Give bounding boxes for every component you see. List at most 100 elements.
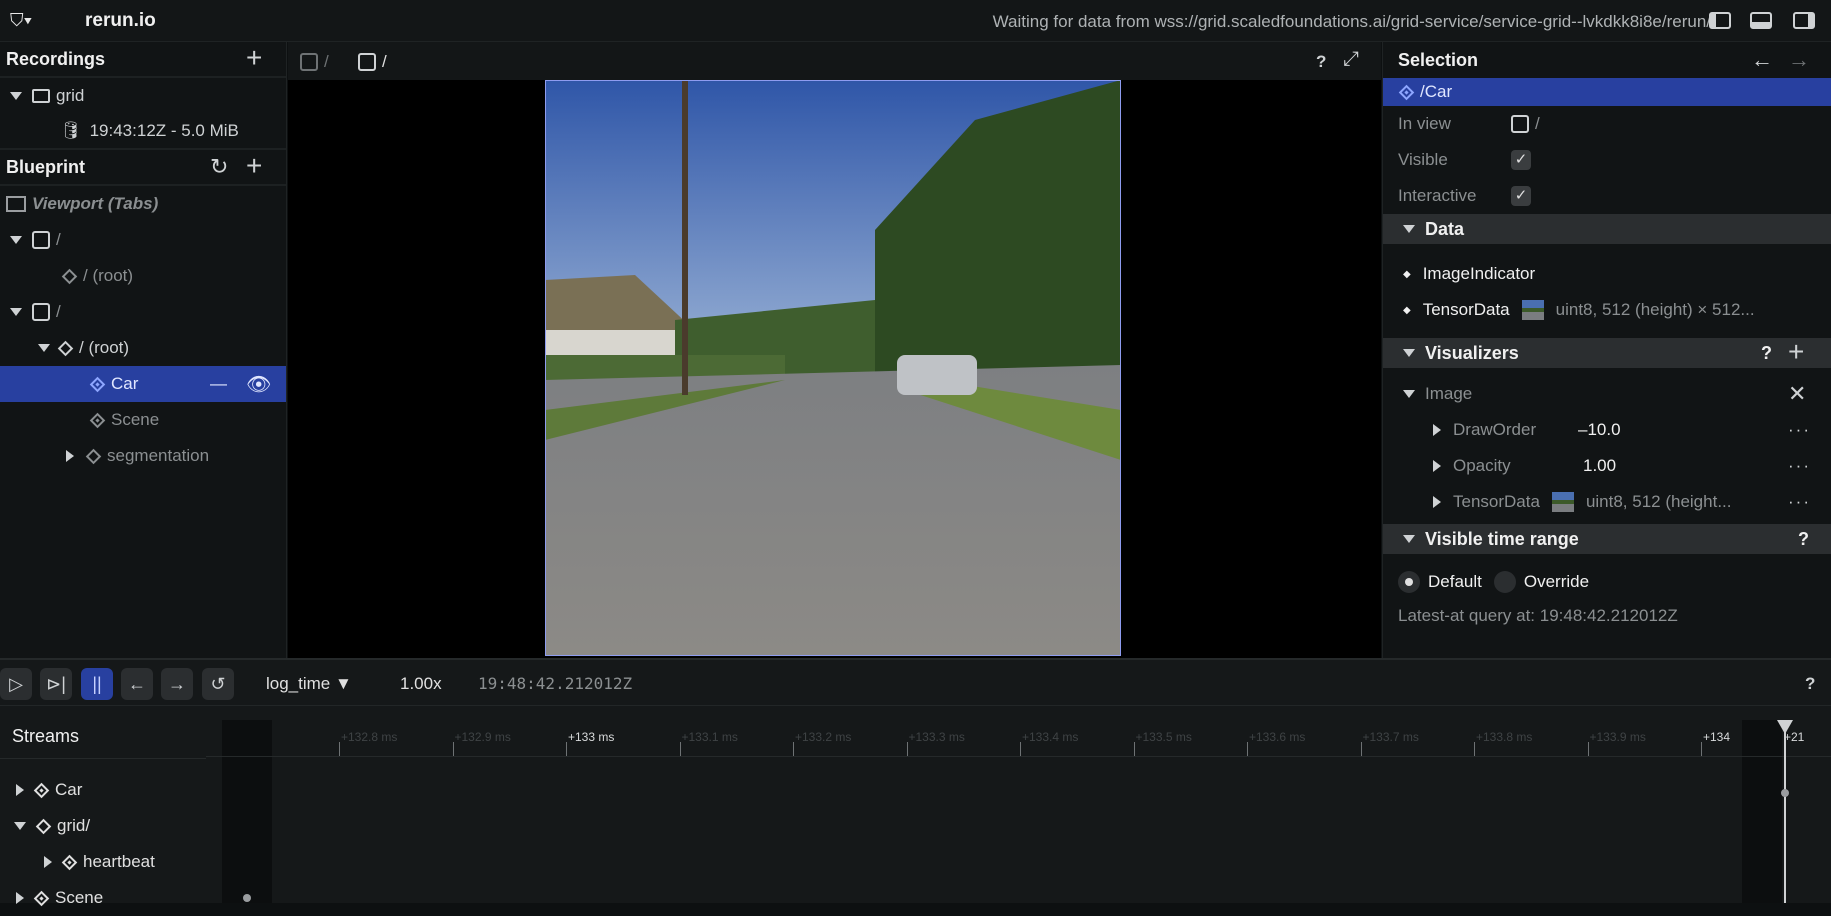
collapse-icon[interactable] [10, 308, 22, 316]
current-time[interactable]: 19:48:42.212012Z [478, 674, 632, 693]
help-icon[interactable]: ? [1805, 674, 1815, 694]
reset-blueprint-icon[interactable]: ↻ [210, 154, 228, 180]
remove-icon[interactable]: — [210, 374, 227, 394]
visualizers-section-header[interactable]: Visualizers ? + [1383, 338, 1831, 368]
tree-item-segmentation[interactable]: segmentation [0, 438, 286, 474]
maximize-icon[interactable]: ⤢ [1343, 48, 1359, 71]
collapse-icon[interactable] [38, 344, 50, 352]
data-item[interactable]: ◆ TensorData uint8, 512 (height) × 512..… [1383, 292, 1831, 328]
tree-item-root[interactable]: / (root) [0, 258, 286, 294]
more-options-icon[interactable]: ··· [1788, 420, 1811, 440]
recording-item[interactable]: grid [0, 78, 286, 114]
override-radio[interactable] [1493, 571, 1516, 593]
data-point[interactable] [243, 894, 251, 902]
streams-panel: Streams Car grid/ heartbeat Scene [0, 706, 206, 907]
step-forward-arrow-icon[interactable]: → [161, 668, 193, 700]
tab-2d-view[interactable]: / [358, 52, 387, 72]
visible-checkbox[interactable]: ✓ [1511, 150, 1531, 170]
component-row[interactable]: DrawOrder –10.0 ··· [1383, 412, 1831, 448]
opacity-value[interactable]: 1.00 [1583, 456, 1616, 476]
stream-item-grid[interactable]: grid/ [0, 808, 206, 844]
expand-icon[interactable] [1433, 496, 1441, 508]
app-title: rerun.io [85, 10, 156, 31]
selected-entity[interactable]: /Car [1383, 78, 1831, 106]
more-options-icon[interactable]: ··· [1788, 456, 1811, 476]
spatial-2d-view[interactable] [288, 80, 1381, 658]
interactive-checkbox[interactable]: ✓ [1511, 186, 1531, 206]
time-gap-marker[interactable] [1742, 720, 1782, 903]
timeline-selector[interactable]: log_time ▼ [266, 674, 352, 694]
toggle-left-panel-icon[interactable] [1709, 12, 1731, 29]
data-section-header[interactable]: Data [1383, 214, 1831, 244]
help-icon[interactable]: ? [1761, 343, 1772, 364]
loop-icon[interactable]: ↺ [202, 668, 234, 700]
more-options-icon[interactable]: ··· [1788, 492, 1811, 512]
add-visualizer-icon[interactable]: + [1788, 338, 1804, 366]
playhead-handle-icon[interactable] [1777, 720, 1793, 734]
data-point[interactable] [1781, 789, 1789, 797]
collapse-icon[interactable] [10, 92, 22, 100]
time-tick [1360, 742, 1362, 756]
component-row[interactable]: TensorData uint8, 512 (height... ··· [1383, 484, 1831, 520]
pause-icon[interactable]: || [81, 668, 113, 700]
expand-icon[interactable] [66, 450, 74, 462]
data-item[interactable]: ◆ ImageIndicator [1383, 256, 1831, 292]
help-icon[interactable]: ? [1316, 52, 1326, 72]
entity-icon [57, 340, 74, 356]
toggle-bottom-panel-icon[interactable] [1750, 12, 1772, 29]
override-label[interactable]: Override [1524, 572, 1589, 592]
image-thumbnail[interactable] [1521, 300, 1544, 320]
collapse-icon[interactable] [1403, 225, 1415, 233]
default-label[interactable]: Default [1428, 572, 1482, 592]
visualizer-image[interactable]: Image ✕ [1383, 376, 1831, 412]
add-recording-icon[interactable]: + [246, 44, 262, 72]
rerun-logo-menu-icon[interactable]: ⛉▾ [10, 10, 46, 32]
play-icon[interactable]: ▷ [0, 668, 32, 700]
visibility-eye-icon[interactable]: 👁 [246, 372, 271, 397]
expand-icon[interactable] [16, 784, 24, 796]
expand-icon[interactable] [1433, 424, 1441, 436]
image-thumbnail[interactable] [1551, 492, 1574, 512]
tree-item-scene[interactable]: Scene [0, 402, 286, 438]
entity-label: Scene [111, 410, 160, 429]
collapse-icon[interactable] [1403, 390, 1415, 398]
stream-item-car[interactable]: Car [0, 772, 206, 808]
component-row[interactable]: Opacity 1.00 ··· [1383, 448, 1831, 484]
time-gap-marker[interactable] [222, 720, 272, 903]
time-tick [679, 742, 681, 756]
timeline-area[interactable]: +21 +132.8 ms +132.9 ms +133 ms +133.1 ms +1… [206, 706, 1831, 903]
expand-icon[interactable] [44, 856, 52, 868]
expand-icon[interactable] [16, 892, 24, 904]
tree-item-car[interactable]: Car — 👁 [0, 366, 286, 402]
collapse-icon[interactable] [1403, 535, 1415, 543]
visible-time-range-header[interactable]: Visible time range ? [1383, 524, 1831, 554]
tab-3d-view[interactable]: / [300, 52, 329, 72]
remove-visualizer-icon[interactable]: ✕ [1788, 381, 1806, 407]
collapse-icon[interactable] [1403, 349, 1415, 357]
forward-arrow-icon[interactable]: → [1788, 47, 1810, 73]
add-view-icon[interactable]: + [246, 152, 262, 180]
help-icon[interactable]: ? [1798, 529, 1809, 550]
step-back-arrow-icon[interactable]: ← [121, 668, 153, 700]
stream-item-scene[interactable]: Scene [0, 880, 206, 916]
playhead[interactable] [1784, 720, 1786, 903]
car-camera-image[interactable] [545, 80, 1121, 656]
step-forward-icon[interactable]: ⊳| [40, 668, 72, 700]
tree-item-root[interactable]: / (root) [0, 330, 286, 366]
stream-item-heartbeat[interactable]: heartbeat [0, 844, 206, 880]
spatial-2d-view-icon[interactable] [1511, 115, 1529, 133]
collapse-icon[interactable] [14, 822, 26, 830]
recording-source-item[interactable]: 🛢 19:43:12Z - 5.0 MiB [0, 114, 286, 150]
component-name: TensorData [1453, 492, 1540, 511]
playback-speed[interactable]: 1.00x [400, 674, 442, 694]
view-item-2d[interactable]: / [0, 294, 286, 330]
toggle-right-panel-icon[interactable] [1793, 12, 1815, 29]
expand-icon[interactable] [1433, 460, 1441, 472]
draw-order-value[interactable]: –10.0 [1578, 420, 1621, 440]
back-arrow-icon[interactable]: ← [1751, 47, 1773, 73]
in-view-value[interactable]: / [1535, 114, 1540, 134]
viewport-item[interactable]: Viewport (Tabs) [0, 186, 286, 222]
collapse-icon[interactable] [10, 236, 22, 244]
view-item-3d[interactable]: / [0, 222, 286, 258]
default-radio[interactable] [1398, 571, 1420, 593]
